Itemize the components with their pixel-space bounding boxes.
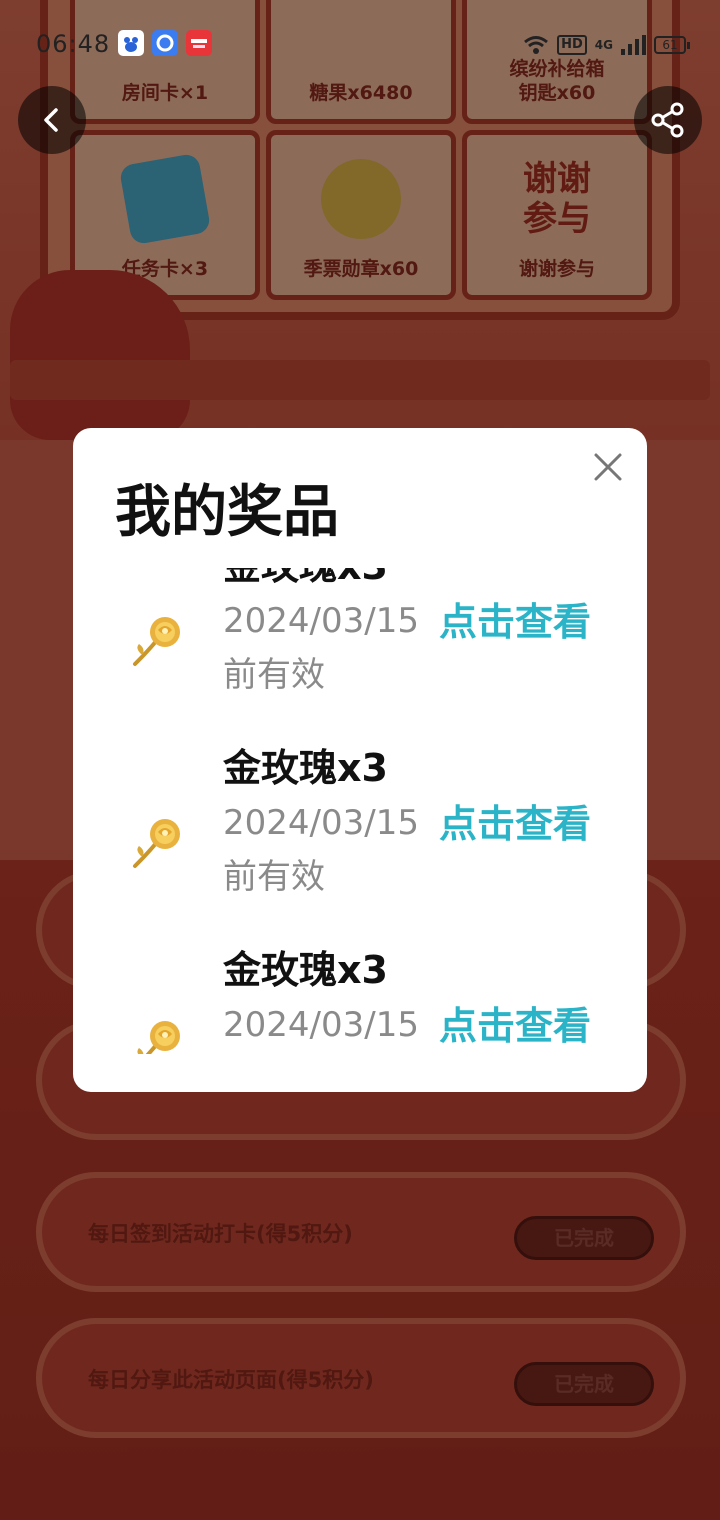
gold-rose-icon bbox=[133, 617, 180, 666]
prize-name: 金玫瑰x3 bbox=[223, 746, 388, 790]
share-button[interactable] bbox=[634, 86, 702, 154]
chevron-left-icon bbox=[44, 108, 58, 132]
battery-icon: 61 bbox=[654, 36, 690, 54]
hd-icon: HD bbox=[557, 35, 587, 55]
xiaohongshu-app-icon bbox=[186, 30, 212, 56]
prize-item: 金玫瑰x3 2024/03/15前有效 点击查看 bbox=[73, 724, 647, 926]
baidu-app-icon bbox=[118, 30, 144, 56]
wifi-icon bbox=[524, 36, 549, 54]
prize-item: 金玫瑰x3 2024/03/15前有效 点击查看 bbox=[73, 926, 647, 1054]
dialog-title: 我的奖品 bbox=[115, 480, 339, 545]
browser-app-icon bbox=[152, 30, 178, 56]
prize-list-content: 金玫瑰x3 2024/03/15前有效 点击查看 金玫瑰x3 2024/03/1… bbox=[73, 568, 647, 1054]
prize-name: 金玫瑰x3 bbox=[223, 948, 388, 992]
prize-item: 金玫瑰x3 2024/03/15前有效 点击查看 bbox=[73, 568, 647, 724]
prize-expiry: 2024/03/15前有效 bbox=[223, 1005, 419, 1045]
close-button[interactable] bbox=[591, 450, 625, 484]
view-prize-link[interactable]: 点击查看 bbox=[439, 800, 591, 848]
my-prizes-dialog: 我的奖品 金玫瑰x3 2024/03/15前有效 点击查看 bbox=[73, 428, 647, 1092]
status-indicators: HD 4G 61 bbox=[523, 32, 690, 58]
view-prize-link[interactable]: 点击查看 bbox=[439, 598, 591, 646]
network-type: 4G bbox=[594, 38, 613, 52]
prize-list[interactable]: 金玫瑰x3 2024/03/15前有效 点击查看 金玫瑰x3 2024/03/1… bbox=[73, 568, 647, 1054]
view-prize-link[interactable]: 点击查看 bbox=[439, 1002, 591, 1050]
prize-expiry: 2024/03/15前有效 bbox=[223, 803, 419, 897]
share-icon bbox=[651, 102, 684, 138]
back-button[interactable] bbox=[18, 86, 86, 154]
close-icon bbox=[594, 453, 622, 481]
status-bar: 06:48 HD 4G 61 bbox=[0, 28, 720, 62]
gold-rose-icon bbox=[137, 1021, 180, 1054]
prize-name: 金玫瑰x3 bbox=[223, 568, 388, 590]
status-time: 06:48 bbox=[36, 30, 111, 58]
signal-icon bbox=[621, 35, 646, 55]
gold-rose-icon bbox=[133, 819, 180, 868]
prize-expiry: 2024/03/15前有效 bbox=[223, 601, 419, 695]
